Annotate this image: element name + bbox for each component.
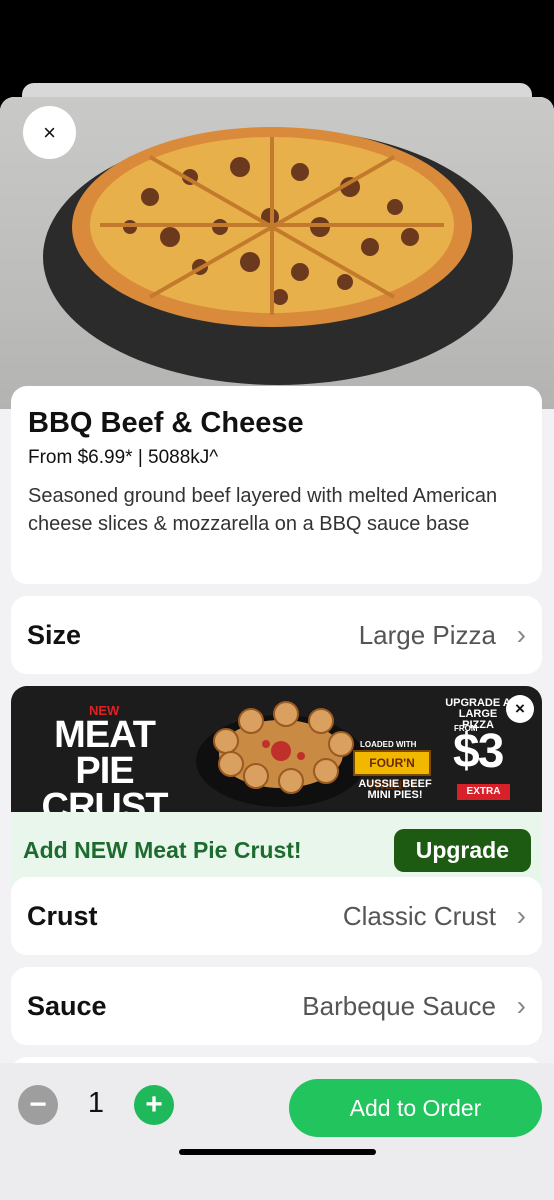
sauce-value: Barbeque Sauce: [302, 990, 496, 1021]
promo-close-button[interactable]: ×: [506, 695, 534, 723]
chevron-right-icon: ›: [516, 900, 526, 931]
product-info-card: BBQ Beef & Cheese From $6.99* | 5088kJ^ …: [11, 386, 542, 584]
order-bar: − 1 + Add to Order: [0, 1063, 554, 1200]
chevron-right-icon: ›: [516, 990, 526, 1021]
promo-aussie-text: AUSSIE BEEF MINI PIES!: [358, 778, 432, 801]
size-option[interactable]: Size Large Pizza ›: [11, 596, 542, 674]
plus-icon: +: [145, 1088, 163, 1121]
product-image: [0, 97, 554, 409]
close-icon: ×: [515, 699, 525, 718]
sauce-label: Sauce: [27, 990, 107, 1021]
product-price-energy: From $6.99* | 5088kJ^: [28, 447, 219, 468]
promo-title: MEAT PIE CRUST: [41, 714, 169, 812]
crust-value: Classic Crust: [342, 900, 496, 931]
close-icon: ×: [43, 119, 56, 145]
promo-loaded-with: LOADED WITH: [360, 740, 417, 749]
promo-extra-badge: EXTRA: [457, 784, 510, 800]
product-sheet: × BBQ Beef & Cheese From $6.99* | 5088kJ…: [0, 97, 554, 1200]
decrease-quantity-button[interactable]: −: [18, 1085, 58, 1125]
meat-pie-upgrade-banner: NEW MEAT PIE CRUST LOADED WITH FOUR'N TW…: [11, 686, 542, 888]
minus-icon: −: [29, 1088, 47, 1121]
promo-price: $3: [453, 725, 504, 778]
upgrade-text: Add NEW Meat Pie Crust!: [23, 836, 302, 863]
quantity-value: 1: [87, 1087, 105, 1119]
promo-image: NEW MEAT PIE CRUST LOADED WITH FOUR'N TW…: [11, 686, 542, 812]
add-to-order-button[interactable]: Add to Order: [289, 1079, 542, 1137]
crust-option[interactable]: Crust Classic Crust ›: [11, 877, 542, 955]
increase-quantity-button[interactable]: +: [134, 1085, 174, 1125]
upgrade-button[interactable]: Upgrade: [393, 828, 531, 872]
sauce-option[interactable]: Sauce Barbeque Sauce ›: [11, 967, 542, 1045]
size-label: Size: [27, 619, 82, 650]
product-description: Seasoned ground beef layered with melted…: [28, 485, 498, 535]
crust-label: Crust: [27, 900, 98, 931]
size-value: Large Pizza: [358, 619, 496, 650]
close-button[interactable]: ×: [23, 106, 76, 159]
chevron-right-icon: ›: [516, 619, 526, 650]
product-title: BBQ Beef & Cheese: [28, 407, 304, 439]
home-indicator[interactable]: [179, 1149, 376, 1155]
promo-brand-logo: FOUR'N TWENTY: [353, 750, 431, 792]
